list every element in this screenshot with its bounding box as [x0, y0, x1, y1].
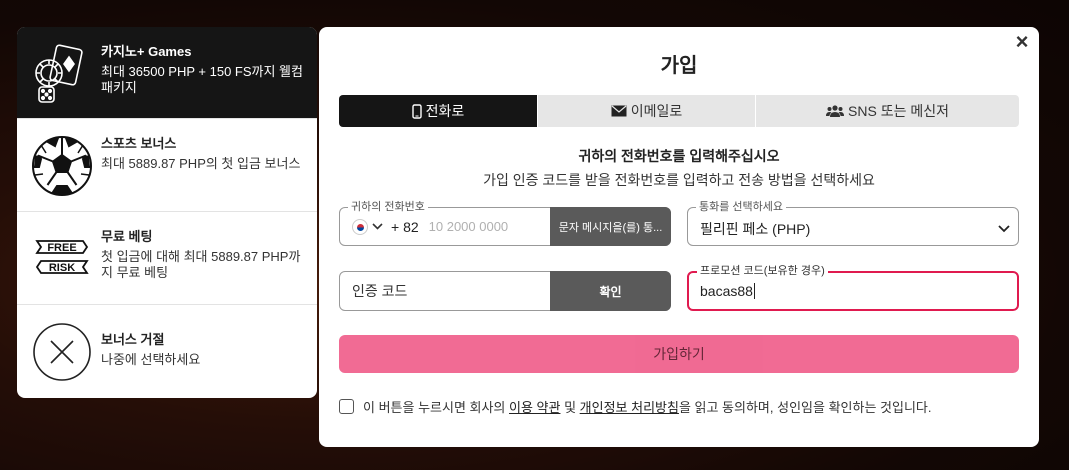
risk-label: RISK: [49, 262, 75, 274]
bonus-title: 보너스 거절: [101, 332, 165, 347]
confirm-button[interactable]: 확인: [550, 271, 671, 311]
text-caret: [753, 283, 755, 299]
dial-code: + 82: [391, 218, 419, 235]
bonus-panel: 카지노+ Games 최대 36500 PHP + 150 FS까지 웰컴 패키…: [17, 27, 317, 398]
promo-field-label: 프로모션 코드(보유한 경우): [697, 264, 828, 278]
terms-text-pre: 이 버튼을 누르시면 회사의: [363, 400, 510, 415]
currency-value: 필리핀 페소 (PHP): [700, 221, 811, 237]
tab-email[interactable]: 이메일로: [538, 95, 756, 127]
tab-label: 전화로: [425, 103, 465, 119]
terms-text-mid: 및: [560, 400, 580, 415]
bonus-option-sports[interactable]: 스포츠 보너스 최대 5889.87 PHP의 첫 입금 보너스: [17, 119, 317, 212]
currency-select[interactable]: 통화를 선택하세요 필리핀 페소 (PHP): [687, 200, 1019, 246]
bonus-title: 카지노+ Games: [101, 44, 192, 59]
bonus-option-reject[interactable]: 보너스 거절 나중에 선택하세요: [17, 305, 317, 398]
info-title: 귀하의 전화번호를 입력해주십시오: [578, 148, 780, 164]
phone-field: 귀하의 전화번호 + 82 문자 메시지을(를) 통...: [339, 200, 671, 246]
bonus-description: 최대 5889.87 PHP의 첫 입금 보너스: [101, 156, 301, 171]
chevron-down-icon: [998, 220, 1010, 238]
tab-phone[interactable]: 전화로: [339, 95, 538, 127]
korea-flag-icon[interactable]: [352, 218, 368, 235]
promo-code-field[interactable]: 프로모션 코드(보유한 경우) bacas88: [687, 264, 1019, 311]
terms-text-post: 을 읽고 동의하며, 성인임을 확인하는 것입니다.: [678, 400, 932, 415]
bonus-option-casino[interactable]: 카지노+ Games 최대 36500 PHP + 150 FS까지 웰컴 패키…: [17, 27, 317, 119]
casino-cards-icon: [31, 43, 93, 105]
signup-button-label: 가입하기: [653, 346, 705, 362]
info-subtitle: 가입 인증 코드를 받을 전화번호를 입력하고 전송 방법을 선택하세요: [483, 172, 875, 188]
signup-button[interactable]: 가입하기: [339, 335, 1019, 373]
phone-input[interactable]: [428, 219, 549, 234]
terms-agreement: 이 버튼을 누르시면 회사의 이용 약관 및 개인정보 처리방침 을 읽고 동의…: [339, 397, 931, 416]
soccer-ball-icon: [31, 135, 93, 197]
free-risk-icon: FREE RISK: [31, 228, 93, 290]
bonus-option-free-bet[interactable]: FREE RISK 무료 베팅 첫 입금에 대해 최대 5889.87 PHP까…: [17, 212, 317, 305]
verification-code-input[interactable]: [352, 283, 542, 299]
promo-code-value: bacas88: [700, 283, 753, 299]
free-label: FREE: [47, 242, 76, 254]
bonus-title: 스포츠 보너스: [101, 136, 177, 151]
send-sms-button[interactable]: 문자 메시지을(를) 통...: [550, 207, 671, 246]
promo-value-wrapper: bacas88: [700, 283, 755, 299]
bonus-description: 최대 36500 PHP + 150 FS까지 웰컴 패키지: [101, 64, 303, 95]
signup-method-tabs: 전화로 이메일로 SNS 또는 메신저: [339, 95, 1019, 127]
signup-modal: × 가입 전화로 이메일로 SNS 또는 메신저 귀하의 전화번호를 입력해주십…: [319, 27, 1039, 447]
bonus-description: 나중에 선택하세요: [101, 352, 201, 367]
users-icon: [826, 105, 845, 117]
reject-x-icon: [31, 321, 93, 383]
phone-icon: [411, 103, 422, 119]
chevron-down-icon[interactable]: [372, 221, 383, 233]
bonus-description: 첫 입금에 대해 최대 5889.87 PHP까지 무료 베팅: [101, 249, 301, 280]
tab-label: SNS 또는 메신저: [848, 103, 949, 119]
envelope-icon: [611, 105, 627, 117]
terms-of-use-link[interactable]: 이용 약관: [509, 397, 560, 416]
terms-checkbox[interactable]: [339, 399, 354, 414]
tab-sns[interactable]: SNS 또는 메신저: [756, 95, 1019, 127]
currency-field-label: 통화를 선택하세요: [696, 200, 787, 214]
verification-code-field: 확인: [339, 271, 671, 311]
phone-field-label: 귀하의 전화번호: [348, 200, 428, 214]
modal-title: 가입: [660, 55, 698, 77]
tab-label: 이메일로: [630, 103, 683, 119]
privacy-policy-link[interactable]: 개인정보 처리방침: [580, 397, 679, 416]
bonus-title: 무료 베팅: [101, 229, 153, 244]
